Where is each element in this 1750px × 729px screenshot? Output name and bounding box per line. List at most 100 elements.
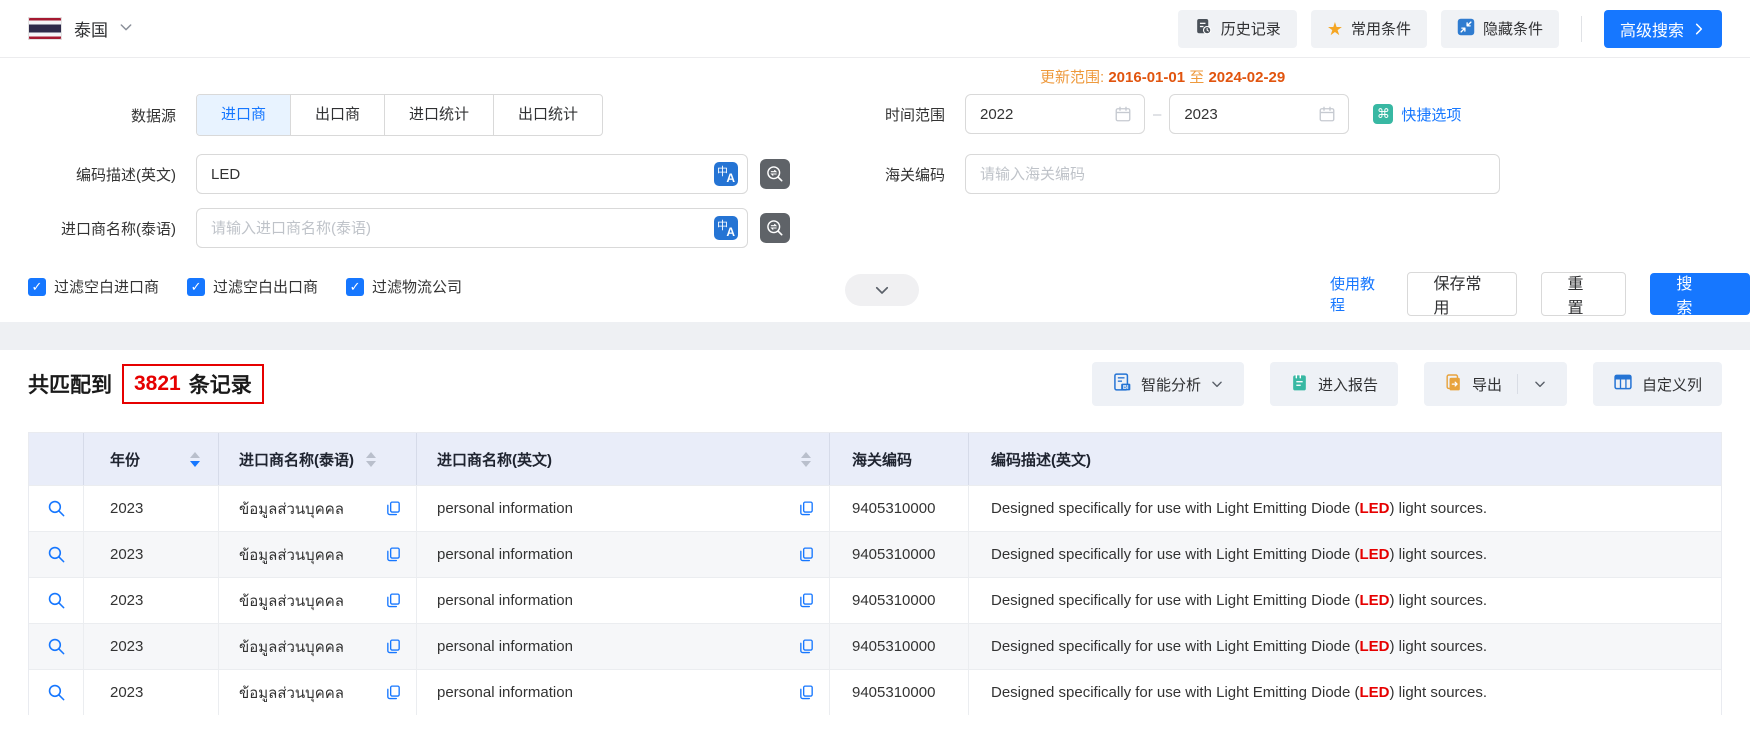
tab-import-stats[interactable]: 进口统计 — [384, 95, 493, 135]
view-detail-magnifier-icon[interactable] — [47, 499, 66, 518]
history-button[interactable]: 历史记录 — [1178, 10, 1297, 48]
view-detail-magnifier-icon[interactable] — [47, 637, 66, 656]
chevron-down-icon[interactable] — [1533, 377, 1547, 391]
copy-icon[interactable] — [385, 546, 402, 563]
checkbox-filter-blank-importer[interactable]: ✓ 过滤空白进口商 — [28, 276, 159, 297]
highlighted-keyword: LED — [1360, 500, 1390, 517]
start-year-input-box[interactable] — [965, 94, 1145, 134]
sort-control-year[interactable] — [190, 452, 200, 467]
importer-name-label: 进口商名称(泰语) — [28, 218, 176, 239]
enter-report-button[interactable]: 进入报告 — [1270, 362, 1398, 406]
header-detail-column — [29, 433, 84, 485]
checkbox-label: 过滤物流公司 — [372, 276, 462, 297]
sort-control-name-en[interactable] — [801, 452, 811, 467]
table-row: 2023 ข้อมูลส่วนบุคคล personal informatio… — [29, 623, 1721, 669]
collapse-icon — [1457, 18, 1475, 40]
summary-highlight-box: 3821 条记录 — [122, 364, 264, 404]
importer-name-input[interactable] — [196, 208, 748, 248]
fuzzy-search-toggle-icon[interactable] — [760, 213, 790, 243]
year-cell: 2023 — [84, 578, 219, 623]
copy-icon[interactable] — [798, 500, 815, 517]
copy-icon[interactable] — [385, 592, 402, 609]
chevron-down-icon — [1210, 377, 1224, 391]
tab-exporter[interactable]: 出口商 — [290, 95, 384, 135]
table-body: 2023 ข้อมูลส่วนบุคคล personal informatio… — [29, 485, 1721, 715]
copy-icon[interactable] — [385, 684, 402, 701]
country-selector[interactable]: 泰国 — [74, 16, 108, 41]
hs-code-cell: 9405310000 — [830, 670, 969, 715]
view-detail-magnifier-icon[interactable] — [47, 545, 66, 564]
checkbox-filter-logistics[interactable]: ✓ 过滤物流公司 — [346, 276, 462, 297]
year-cell: 2023 — [84, 486, 219, 531]
end-year-input-box[interactable] — [1169, 94, 1349, 134]
hide-conditions-button[interactable]: 隐藏条件 — [1441, 10, 1559, 48]
copy-icon[interactable] — [798, 546, 815, 563]
advanced-search-button[interactable]: 高级搜索 — [1604, 10, 1722, 48]
name-th-cell: ข้อมูลส่วนบุคคล — [219, 578, 417, 623]
command-icon: ⌘ — [1373, 104, 1393, 124]
code-desc-input[interactable] — [196, 154, 748, 194]
report-notebook-icon — [1290, 373, 1309, 396]
hs-code-cell: 9405310000 — [830, 578, 969, 623]
collapse-filters-button[interactable] — [845, 274, 919, 306]
export-button[interactable]: 导出 — [1424, 362, 1567, 406]
fuzzy-search-toggle-icon[interactable] — [760, 159, 790, 189]
results-toolbar: BI 智能分析 进入报告 导出 — [1092, 362, 1722, 406]
importer-name-row: 进口商名称(泰语) 中 A — [28, 208, 790, 248]
header-name-th[interactable]: 进口商名称(泰语) — [219, 433, 417, 485]
view-detail-magnifier-icon[interactable] — [47, 591, 66, 610]
hs-code-input-wrap — [965, 154, 1500, 194]
name-en-cell: personal information — [417, 486, 830, 531]
start-year-input[interactable] — [978, 105, 1092, 124]
bi-analysis-icon: BI — [1112, 372, 1132, 396]
desc-cell: Designed specifically for use with Light… — [969, 532, 1721, 577]
save-favorite-button[interactable]: 保存常用 — [1407, 272, 1517, 316]
results-header: 共匹配到 3821 条记录 BI 智能分析 — [28, 362, 1722, 406]
header-year[interactable]: 年份 — [84, 433, 219, 485]
topbar-actions: 历史记录 ★ 常用条件 隐藏条件 高级搜索 — [1178, 10, 1722, 48]
header-name-en[interactable]: 进口商名称(英文) — [417, 433, 830, 485]
hs-code-row: 海关编码 — [850, 154, 1500, 194]
time-range-label: 时间范围 — [850, 104, 945, 125]
update-range-end: 2024-02-29 — [1208, 69, 1285, 86]
summary-suffix: 条记录 — [189, 369, 252, 399]
chevron-down-icon[interactable] — [118, 19, 134, 39]
desc-cell: Designed specifically for use with Light… — [969, 486, 1721, 531]
copy-icon[interactable] — [798, 684, 815, 701]
chevron-right-icon — [1692, 22, 1706, 36]
checkbox-label: 过滤空白出口商 — [213, 276, 318, 297]
name-th-cell: ข้อมูลส่วนบุคคล — [219, 486, 417, 531]
smart-analysis-button[interactable]: BI 智能分析 — [1092, 362, 1244, 406]
checkbox-checked-icon: ✓ — [346, 278, 364, 296]
customize-columns-label: 自定义列 — [1642, 374, 1702, 395]
results-summary: 共匹配到 3821 条记录 — [28, 364, 264, 404]
translate-icon[interactable]: 中 A — [714, 216, 738, 240]
svg-text:BI: BI — [1123, 385, 1129, 391]
quick-options-button[interactable]: ⌘ 快捷选项 — [1373, 104, 1461, 125]
enter-report-label: 进入报告 — [1318, 374, 1378, 395]
name-th-cell: ข้อมูลส่วนบุคคล — [219, 670, 417, 715]
sort-control-name-th[interactable] — [366, 452, 376, 467]
end-year-input[interactable] — [1182, 105, 1296, 124]
search-button[interactable]: 搜 索 — [1650, 273, 1750, 315]
favorites-button[interactable]: ★ 常用条件 — [1311, 10, 1427, 48]
translate-icon[interactable]: 中 A — [714, 162, 738, 186]
customize-columns-button[interactable]: 自定义列 — [1593, 362, 1722, 406]
tab-export-stats[interactable]: 出口统计 — [493, 95, 602, 135]
hs-code-cell: 9405310000 — [830, 532, 969, 577]
copy-icon[interactable] — [798, 638, 815, 655]
hs-code-input[interactable] — [965, 154, 1500, 194]
copy-icon[interactable] — [385, 638, 402, 655]
form-actions: 使用教程 保存常用 重 置 搜 索 — [1330, 272, 1750, 316]
summary-count: 3821 — [134, 372, 181, 396]
view-detail-magnifier-icon[interactable] — [47, 683, 66, 702]
desc-cell: Designed specifically for use with Light… — [969, 624, 1721, 669]
copy-icon[interactable] — [385, 500, 402, 517]
tutorial-link[interactable]: 使用教程 — [1330, 273, 1383, 315]
reset-button[interactable]: 重 置 — [1541, 272, 1627, 316]
checkbox-label: 过滤空白进口商 — [54, 276, 159, 297]
year-cell: 2023 — [84, 624, 219, 669]
copy-icon[interactable] — [798, 592, 815, 609]
checkbox-filter-blank-exporter[interactable]: ✓ 过滤空白出口商 — [187, 276, 318, 297]
tab-importer[interactable]: 进口商 — [197, 95, 290, 135]
